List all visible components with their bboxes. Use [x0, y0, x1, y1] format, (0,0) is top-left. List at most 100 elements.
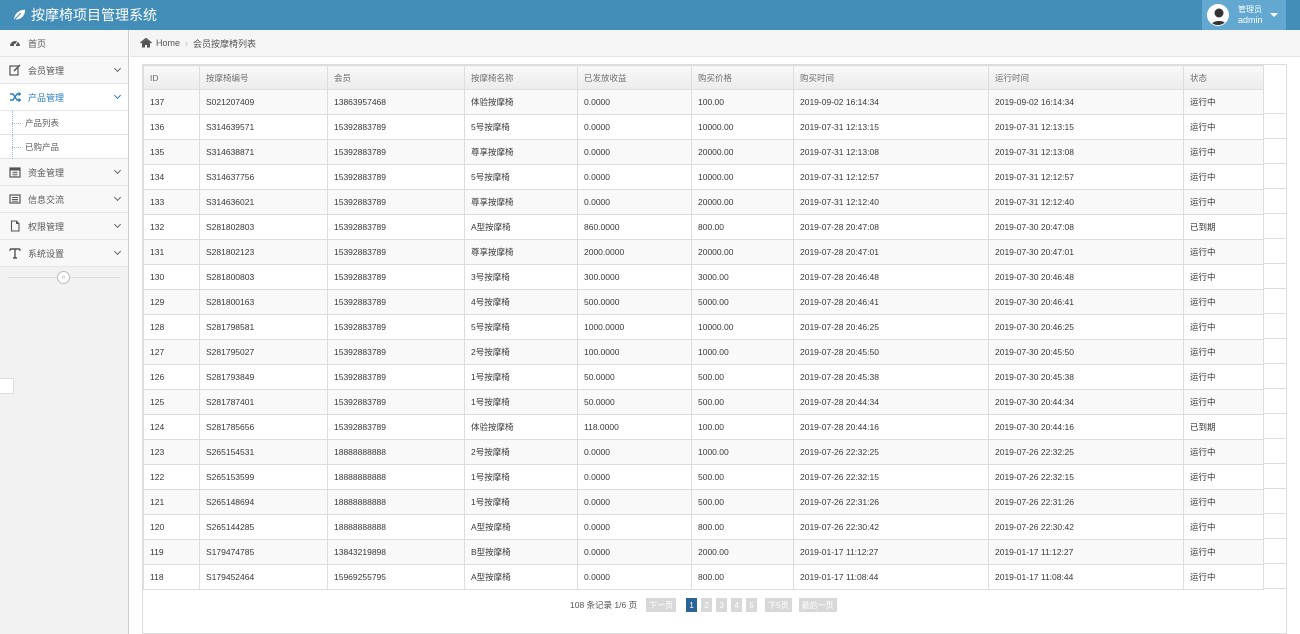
cell-run-time: 2019-07-30 20:46:25: [988, 314, 1184, 340]
table-row-spacer: [1263, 564, 1287, 589]
cell-run-time: 2019-09-02 16:14:34: [988, 89, 1184, 115]
page-button-2[interactable]: 2: [701, 598, 713, 612]
cell-chair-name: A型按摩椅: [464, 564, 578, 590]
table-row-spacer: [1263, 489, 1287, 514]
sidebar-subitem-product-list[interactable]: 产品列表: [0, 111, 128, 135]
cell-chair-number: S281785656: [199, 414, 328, 440]
page-button-4[interactable]: 4: [731, 598, 743, 612]
cell-chair-number: S281800803: [199, 264, 328, 290]
cell-chair-number: S281798581: [199, 314, 328, 340]
table-row-spacer: [1263, 289, 1287, 314]
sidebar-subitem-purchased-products[interactable]: 已购产品: [0, 135, 128, 159]
column-header-chair-number[interactable]: 按摩椅编号: [199, 65, 328, 90]
user-avatar-icon: [1208, 5, 1228, 25]
table-row: 123 S265154531 18888888888 2号按摩椅 0.0000 1000.…: [143, 439, 1264, 465]
app-brand[interactable]: 按摩椅项目管理系统: [12, 0, 157, 30]
cell-member: 15392883789: [327, 364, 465, 390]
sidebar-item-funds[interactable]: 资金管理: [0, 159, 128, 186]
cell-run-time: 2019-07-31 12:13:15: [988, 114, 1184, 140]
cell-chair-name: 尊享按摩椅: [464, 239, 578, 265]
sidebar-item-label: 会员管理: [28, 65, 65, 76]
column-header-price[interactable]: 购买价格: [691, 65, 794, 90]
table-row-spacer: [1263, 114, 1287, 139]
page-button-1[interactable]: 1: [686, 598, 698, 612]
next-5-pages-button[interactable]: 下5页: [765, 598, 792, 612]
cell-chair-number: S314636021: [199, 189, 328, 215]
cell-earnings: 0.0000: [577, 89, 692, 115]
cell-chair-name: 尊享按摩椅: [464, 189, 578, 215]
column-header-member[interactable]: 会员: [327, 65, 465, 90]
page-button-5[interactable]: 5: [746, 598, 758, 612]
cell-purchase-time: 2019-07-31 12:13:08: [793, 139, 989, 165]
cell-earnings: 100.0000: [577, 339, 692, 365]
table-row: 128 S281798581 15392883789 5号按摩椅 1000.0000 10…: [143, 314, 1264, 340]
cell-chair-number: S265154531: [199, 439, 328, 465]
table-row: 133 S314636021 15392883789 尊享按摩椅 0.0000 20000…: [143, 189, 1264, 215]
table-row: 126 S281793849 15392883789 1号按摩椅 50.0000 500.…: [143, 364, 1264, 390]
sidebar-item-products[interactable]: 产品管理: [0, 84, 128, 111]
cell-run-time: 2019-07-26 22:32:25: [988, 439, 1184, 465]
table-row: 124 S281785656 15392883789 体验按摩椅 118.0000 100…: [143, 414, 1264, 440]
side-tab-handle[interactable]: [0, 378, 14, 394]
sidebar-item-messages[interactable]: 信息交流: [0, 186, 128, 213]
user-menu[interactable]: 管理员 admin: [1202, 0, 1286, 30]
cell-chair-number: S281802123: [199, 239, 328, 265]
cell-chair-number: S265153599: [199, 464, 328, 490]
cell-run-time: 2019-07-26 22:31:26: [988, 489, 1184, 515]
cell-earnings: 0.0000: [577, 189, 692, 215]
cell-chair-number: S179474785: [199, 539, 328, 565]
sidebar-item-settings[interactable]: 系统设置: [0, 240, 128, 267]
cell-id: 121: [143, 489, 200, 515]
collapse-sidebar-icon[interactable]: «: [57, 271, 70, 284]
edit-icon: [8, 64, 21, 77]
cell-purchase-time: 2019-09-02 16:14:34: [793, 89, 989, 115]
cell-chair-number: S314639571: [199, 114, 328, 140]
avatar: [1207, 4, 1229, 26]
column-header-purchase-time[interactable]: 购买时间: [793, 65, 989, 90]
column-header-run-time[interactable]: 运行时间: [988, 65, 1184, 90]
cell-price: 500.00: [691, 464, 794, 490]
column-header-earnings[interactable]: 已发放收益: [577, 65, 692, 90]
page-button-3[interactable]: 3: [716, 598, 728, 612]
cell-price: 5000.00: [691, 289, 794, 315]
main-content: ID 按摩椅编号 会员 按摩椅名称 已发放收益 购买价格 购买时间 运行时间 状…: [142, 64, 1287, 634]
list-icon: [8, 193, 21, 206]
cell-status: 运行中: [1183, 189, 1264, 215]
cell-run-time: 2019-07-31 12:13:08: [988, 139, 1184, 165]
sidebar-subitem-label: 产品列表: [25, 117, 60, 128]
sidebar-item-members[interactable]: 会员管理: [0, 57, 128, 84]
cell-member: 13863957468: [327, 89, 465, 115]
table-row: 135 S314638871 15392883789 尊享按摩椅 0.0000 20000…: [143, 139, 1264, 165]
table-row-spacer: [1263, 514, 1287, 539]
sidebar-item-permissions[interactable]: 权限管理: [0, 213, 128, 240]
table-row: 137 S021207409 13863957468 体验按摩椅 0.0000 100.0…: [143, 89, 1264, 115]
column-header-id[interactable]: ID: [143, 65, 200, 90]
table-row-spacer: [1263, 464, 1287, 489]
breadcrumb-home[interactable]: Home: [156, 38, 180, 48]
cell-chair-number: S281800163: [199, 289, 328, 315]
column-header-status[interactable]: 状态: [1183, 65, 1264, 90]
last-page-button[interactable]: 最后一页: [798, 598, 837, 612]
cell-member: 15392883789: [327, 389, 465, 415]
cell-price: 500.00: [691, 489, 794, 515]
column-header-chair-name[interactable]: 按摩椅名称: [464, 65, 578, 90]
cell-id: 132: [143, 214, 200, 240]
table-row-spacer: [1263, 239, 1287, 264]
chevron-down-icon: [113, 220, 122, 229]
sidebar-item-home[interactable]: 首页: [0, 30, 128, 57]
cell-status: 运行中: [1183, 114, 1264, 140]
table-row-spacer: [1263, 264, 1287, 289]
prev-page-button[interactable]: 下一页: [646, 598, 677, 612]
cell-member: 15969255795: [327, 564, 465, 590]
cell-earnings: 300.0000: [577, 264, 692, 290]
sidebar-item-label: 首页: [28, 38, 47, 49]
cell-earnings: 1000.0000: [577, 314, 692, 340]
cell-purchase-time: 2019-07-28 20:46:41: [793, 289, 989, 315]
cell-chair-name: 4号按摩椅: [464, 289, 578, 315]
cell-chair-name: A型按摩椅: [464, 514, 578, 540]
cell-chair-name: A型按摩椅: [464, 214, 578, 240]
user-info: 管理员 admin: [1238, 5, 1263, 25]
cell-member: 15392883789: [327, 189, 465, 215]
cell-member: 15392883789: [327, 314, 465, 340]
cell-id: 133: [143, 189, 200, 215]
